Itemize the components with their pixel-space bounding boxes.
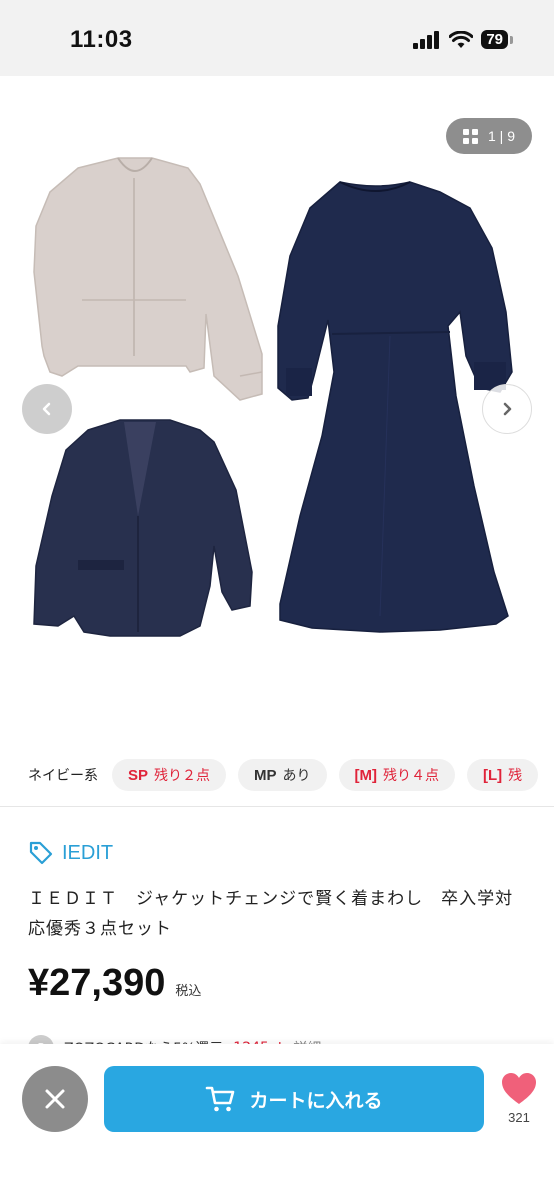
image-counter[interactable]: 1 | 9 (446, 118, 532, 154)
grid-icon (463, 128, 478, 144)
size-name: MP (254, 766, 277, 784)
add-to-cart-label: カートに入れる (249, 1089, 383, 1112)
size-selector: ネイビー系 SP 残り２点 MP あり [M] 残り４点 [L] 残 (0, 750, 554, 800)
status-icons: 79 (413, 30, 513, 49)
chevron-right-icon (503, 402, 512, 416)
bottom-action-bar: カートに入れる 321 (0, 1044, 554, 1200)
size-chip-sp[interactable]: SP 残り２点 (112, 759, 227, 791)
previous-image-button[interactable] (22, 384, 72, 434)
tag-icon (29, 841, 53, 865)
heart-icon (502, 1073, 536, 1104)
chevron-left-icon (42, 402, 51, 416)
size-chip-m[interactable]: [M] 残り４点 (338, 759, 456, 791)
status-bar: 11:03 79 (0, 0, 554, 76)
add-to-cart-button[interactable]: カートに入れる (104, 1066, 484, 1132)
size-chip-l[interactable]: [L] 残 (467, 759, 539, 791)
size-name: [M] (354, 766, 378, 784)
beige-jacket (33, 157, 263, 401)
close-icon (45, 1089, 65, 1109)
size-stock: 残 (508, 768, 523, 784)
favorite-count: 321 (508, 1110, 530, 1125)
size-stock: 残り４点 (383, 768, 440, 784)
brand-link[interactable]: IEDIT (28, 840, 113, 866)
product-title: ＩＥＤＩＴ ジャケットチェンジで賢く着まわし 卒入学対応優秀３点セット (28, 889, 514, 939)
favorite-button[interactable]: 321 (496, 1072, 542, 1125)
size-name: [L] (483, 766, 503, 784)
navy-dress (277, 181, 513, 633)
battery-indicator: 79 (481, 30, 513, 49)
product-image-gallery[interactable]: 1 | 9 (0, 76, 554, 746)
next-image-button[interactable] (482, 384, 532, 434)
divider (0, 806, 554, 807)
size-stock: 残り２点 (154, 768, 211, 784)
size-chip-mp[interactable]: MP あり (238, 759, 327, 791)
status-time: 11:03 (70, 26, 133, 53)
product-image (33, 157, 513, 637)
size-name: SP (128, 766, 149, 784)
cart-icon (206, 1086, 235, 1112)
cellular-signal-icon (413, 30, 440, 49)
color-label: ネイビー系 (28, 768, 98, 784)
tax-label: 税込 (175, 984, 202, 999)
close-button[interactable] (22, 1066, 88, 1132)
brand-name: IEDIT (62, 841, 114, 864)
image-counter-label: 1 | 9 (488, 128, 515, 144)
price-row: ¥27,390 税込 (28, 962, 201, 1005)
wifi-icon (449, 30, 474, 48)
size-stock: あり (282, 768, 311, 784)
price: ¥27,390 (28, 962, 166, 1004)
